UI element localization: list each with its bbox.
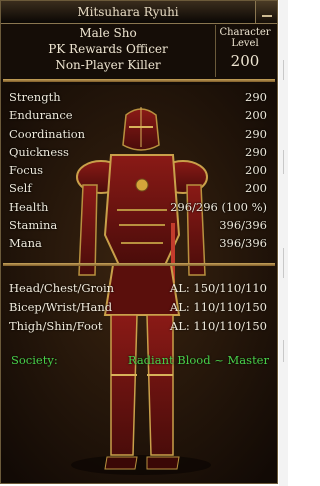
society-row: Society: Radiant Blood ~ Master xyxy=(11,353,269,367)
minimize-icon xyxy=(262,15,272,17)
window-title: Mitsuhara Ryuhi xyxy=(1,1,255,24)
attr-row-strength: Strength 290 xyxy=(9,90,267,104)
level-box: Character Level 200 xyxy=(215,25,274,77)
character-title: PK Rewards Officer xyxy=(48,42,168,56)
attr-row-endurance: Endurance 200 xyxy=(9,108,267,123)
level-label: Character Level xyxy=(219,27,271,49)
vital-row-mana: Mana 396/396 xyxy=(9,236,267,251)
attr-row-focus: Focus 200 xyxy=(9,163,267,178)
vital-row-health: Health 296/296 (100 %) xyxy=(9,199,267,214)
window-edge xyxy=(279,0,288,486)
divider-bottom xyxy=(3,263,275,266)
society-label: Society: xyxy=(11,353,58,367)
vital-row-stamina: Stamina 396/396 xyxy=(9,218,267,233)
character-summary: Male Sho PK Rewards Officer Non-Player K… xyxy=(5,25,211,73)
armor-row-head: Head/Chest/Groin AL: 150/110/110 xyxy=(9,281,267,295)
character-window: Mitsuhara Ryuhi Male Sho PK Rewards Offi… xyxy=(0,0,278,484)
gender-race: Male Sho xyxy=(79,26,137,40)
divider-top xyxy=(3,79,275,82)
armor-level-list: Head/Chest/Groin AL: 150/110/110 Bicep/Wr… xyxy=(9,279,267,336)
attr-row-coordination: Coordination 290 xyxy=(9,126,267,141)
pk-status: Non-Player Killer xyxy=(55,58,161,72)
attr-row-quickness: Quickness 290 xyxy=(9,144,267,159)
armor-row-thigh: Thigh/Shin/Foot AL: 110/110/150 xyxy=(9,319,267,333)
attr-row-self: Self 200 xyxy=(9,181,267,196)
armor-row-bicep: Bicep/Wrist/Hand AL: 110/110/150 xyxy=(9,300,267,314)
level-value: 200 xyxy=(230,52,260,70)
attribute-list: Strength 290 Endurance 200 Coordination 290… xyxy=(9,88,267,253)
minimize-button[interactable] xyxy=(255,1,277,24)
society-value: Radiant Blood ~ Master xyxy=(127,353,269,367)
